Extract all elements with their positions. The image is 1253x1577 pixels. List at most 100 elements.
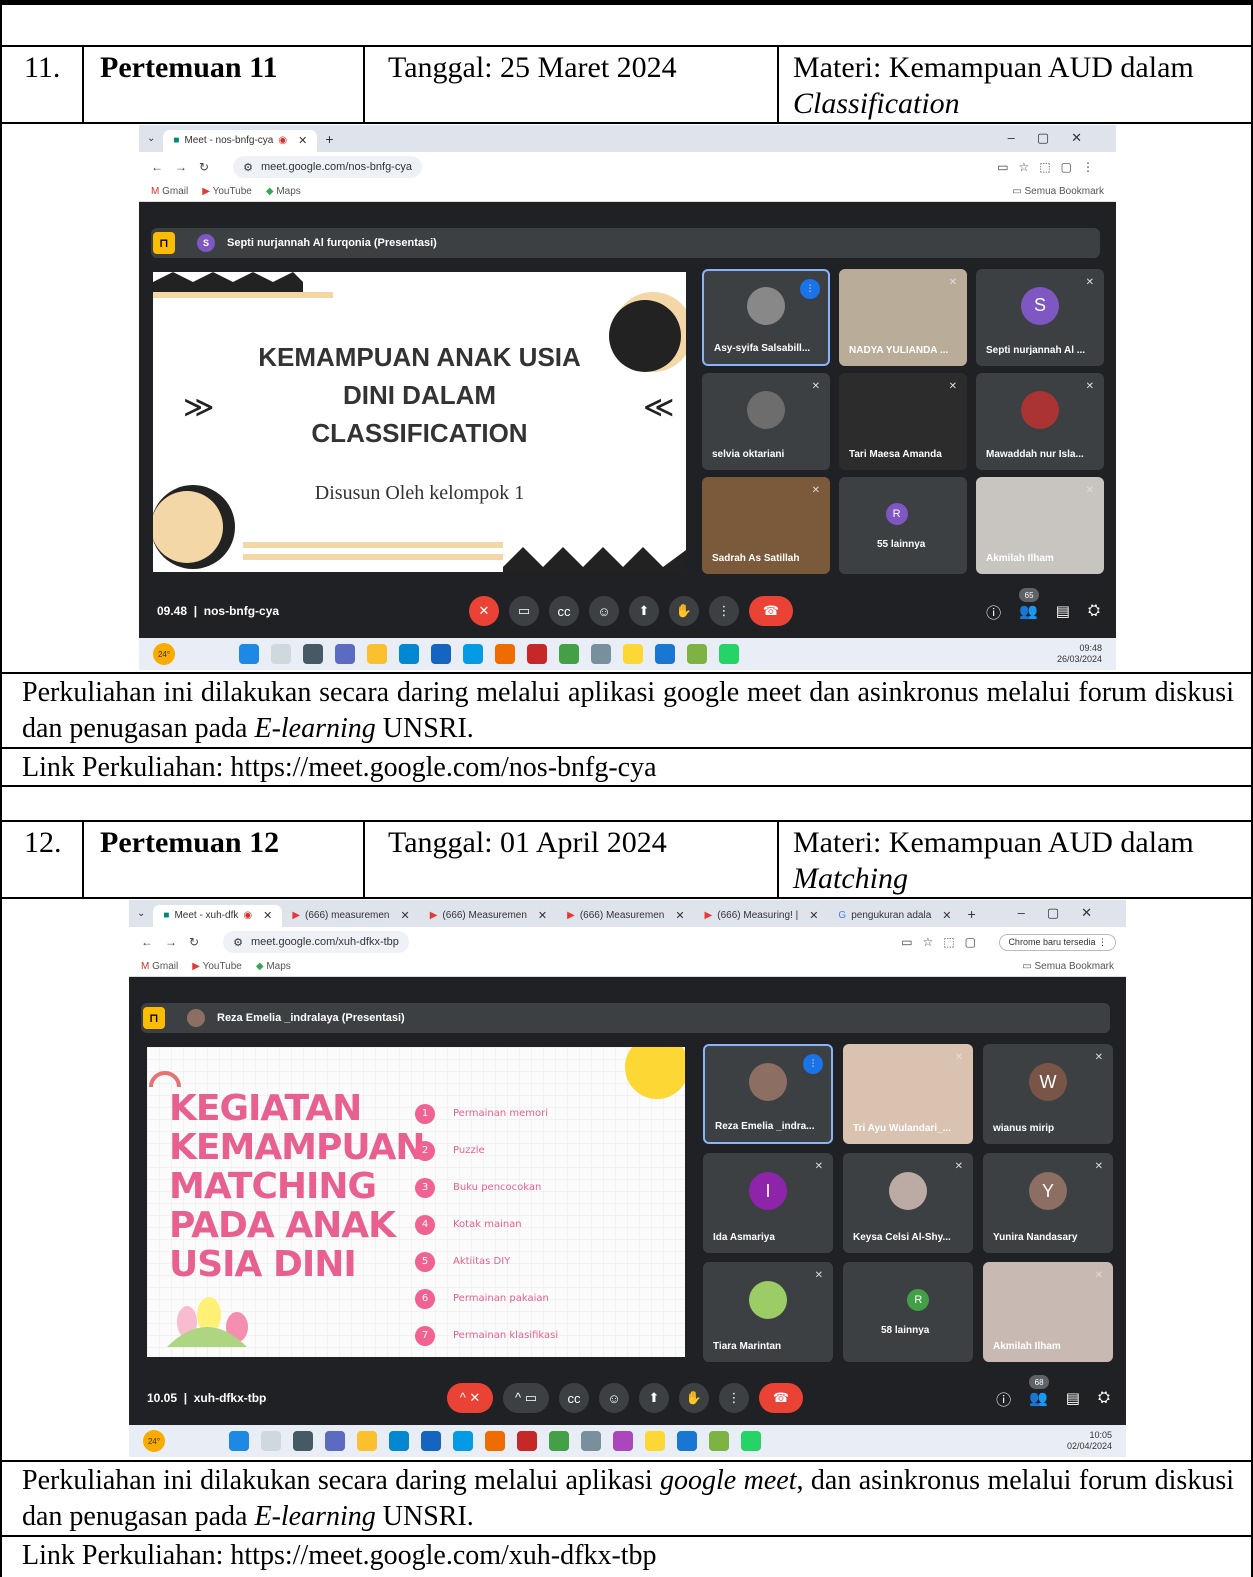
people-icon[interactable]: 👥 68	[1029, 1375, 1050, 1410]
participant-tile[interactable]: ✕ NADYA YULIANDA ...	[839, 269, 967, 366]
firefox-icon[interactable]	[485, 1431, 505, 1451]
bookmark-youtube[interactable]: ▶ YouTube	[192, 961, 242, 972]
mic-off-icon[interactable]: ^ ✕	[447, 1383, 493, 1413]
participant-tile[interactable]: ✕ Y Yunira Nandasary	[983, 1153, 1113, 1253]
camera-app-icon[interactable]	[581, 1431, 601, 1451]
nav-icons[interactable]: ←→↻	[129, 935, 211, 949]
word-icon[interactable]	[655, 644, 675, 664]
window-controls[interactable]: –▢✕	[1018, 905, 1114, 921]
firefox-icon[interactable]	[495, 644, 515, 664]
app-icon[interactable]	[527, 644, 547, 664]
chrome-icon[interactable]	[623, 644, 643, 664]
store-icon[interactable]	[421, 1431, 441, 1451]
site-settings-icon[interactable]: ⚙	[243, 161, 253, 174]
browser-tab[interactable]: ■ Meet - nos-bnfg-cya ◉ ✕	[163, 129, 318, 152]
participant-tile[interactable]: ✕ selvia oktariani	[702, 373, 830, 470]
toolbar-icons[interactable]: ▭☆⬚▢	[901, 935, 986, 949]
activities-icon[interactable]: ⛭	[1098, 1389, 1110, 1410]
bookmark-gmail[interactable]: M Gmail	[151, 186, 188, 197]
url-field[interactable]: ⚙ meet.google.com/nos-bnfg-cya	[233, 156, 422, 178]
mic-off-icon[interactable]: ✕	[469, 596, 499, 626]
presentation-icon[interactable]: ⊓	[153, 232, 175, 254]
more-icon[interactable]: ⋮	[719, 1383, 749, 1413]
more-icon[interactable]: ⋮	[709, 596, 739, 626]
browser-tab[interactable]: ▶ (666) measuremen ✕	[282, 905, 419, 927]
explorer-icon[interactable]	[357, 1431, 377, 1451]
app-icon[interactable]	[453, 1431, 473, 1451]
end-call-button[interactable]: ☎	[749, 596, 793, 626]
whatsapp-icon[interactable]	[741, 1431, 761, 1451]
bookmark-maps[interactable]: ◆ Maps	[256, 961, 291, 972]
notepad-icon[interactable]	[687, 644, 707, 664]
participant-tile[interactable]: ✕ Sadrah As Satillah	[702, 477, 830, 574]
participant-tile[interactable]: ✕ Keysa Celsi Al-Shy...	[843, 1153, 973, 1253]
word-icon[interactable]	[677, 1431, 697, 1451]
participant-tile[interactable]: ⫶ Reza Emelia _indra...	[703, 1044, 833, 1144]
chevron-down-icon[interactable]: ⌄	[139, 133, 163, 144]
present-icon[interactable]: ⬆	[629, 596, 659, 626]
store-icon[interactable]	[431, 644, 451, 664]
bookmark-gmail[interactable]: M Gmail	[141, 961, 178, 972]
window-controls[interactable]: –▢✕	[1008, 130, 1104, 146]
search-icon[interactable]	[261, 1431, 281, 1451]
app-icon[interactable]	[517, 1431, 537, 1451]
chrome-icon[interactable]	[645, 1431, 665, 1451]
participant-tile[interactable]: ✕ Mawaddah nur Isla...	[976, 373, 1104, 470]
captions-icon[interactable]: cc	[549, 596, 579, 626]
participant-tile[interactable]: ✕ Tri Ayu Wulandari_...	[843, 1044, 973, 1144]
camera-icon[interactable]: ▭	[509, 596, 539, 626]
session-link[interactable]: Link Perkuliahan: https://meet.google.co…	[22, 1538, 1234, 1574]
participant-tile[interactable]: R 55 lainnya	[839, 477, 967, 574]
bookmark-youtube[interactable]: ▶ YouTube	[202, 186, 252, 197]
bookmark-maps[interactable]: ◆ Maps	[266, 186, 301, 197]
activities-icon[interactable]: ⛭	[1088, 602, 1100, 623]
app-icon[interactable]	[549, 1431, 569, 1451]
chat-icon[interactable]: ▤	[1066, 1389, 1080, 1410]
app-icon[interactable]	[559, 644, 579, 664]
info-icon[interactable]: ⓘ	[986, 602, 1001, 623]
edge-icon[interactable]	[389, 1431, 409, 1451]
raise-hand-icon[interactable]: ✋	[669, 596, 699, 626]
notepad-icon[interactable]	[709, 1431, 729, 1451]
taskview-icon[interactable]	[293, 1431, 313, 1451]
participant-tile[interactable]: ✕ Tari Maesa Amanda	[839, 373, 967, 470]
participant-tile[interactable]: ⫶ Asy-syifa Salsabill...	[702, 269, 830, 366]
browser-tab[interactable]: ▶ (666) Measuremen ✕	[420, 905, 557, 927]
participant-tile[interactable]: ✕ I Ida Asmariya	[703, 1153, 833, 1253]
presentation-icon[interactable]: ⊓	[143, 1007, 165, 1029]
participant-tile[interactable]: ✕ Tiara Marintan	[703, 1262, 833, 1362]
whatsapp-icon[interactable]	[719, 644, 739, 664]
bookmark-folder[interactable]: ▭ Semua Bookmark	[1022, 961, 1114, 972]
chat-app-icon[interactable]	[335, 644, 355, 664]
people-icon[interactable]: 👥 65	[1019, 588, 1040, 623]
edge-icon[interactable]	[399, 644, 419, 664]
browser-tab[interactable]: ■ Meet - xuh-dfk ◉ ✕	[153, 904, 283, 927]
participant-tile[interactable]: ✕ S Septi nurjannah Al ...	[976, 269, 1104, 366]
end-call-button[interactable]: ☎	[759, 1383, 803, 1413]
weather-icon[interactable]: 24°	[153, 643, 175, 665]
captions-icon[interactable]: cc	[559, 1383, 589, 1413]
weather-icon[interactable]: 24°	[143, 1430, 165, 1452]
present-icon[interactable]: ⬆	[639, 1383, 669, 1413]
start-icon[interactable]	[229, 1431, 249, 1451]
participant-tile[interactable]: ✕ W wianus mirip	[983, 1044, 1113, 1144]
session-link[interactable]: Link Perkuliahan: https://meet.google.co…	[22, 750, 1234, 786]
new-tab-icon[interactable]: +	[317, 131, 341, 147]
participant-tile[interactable]: ✕ Akmilah Ilham	[976, 477, 1104, 574]
chrome-update-button[interactable]: Chrome baru tersedia ⋮	[999, 933, 1116, 951]
system-clock[interactable]: 10:05 02/04/2024	[1067, 1430, 1112, 1452]
toolbar-icons[interactable]: ▭☆⬚▢⋮	[997, 160, 1104, 174]
browser-tab[interactable]: ▶ (666) Measuremen ✕	[557, 905, 694, 927]
browser-tab[interactable]: Gpengukuran adala ✕	[828, 905, 961, 927]
system-clock[interactable]: 09:48 26/03/2024	[1057, 643, 1102, 665]
participant-tile[interactable]: R 58 lainnya	[843, 1262, 973, 1362]
chat-icon[interactable]: ▤	[1056, 602, 1070, 623]
app-icon[interactable]	[463, 644, 483, 664]
url-field[interactable]: ⚙ meet.google.com/xuh-dfkx-tbp	[223, 931, 409, 953]
search-icon[interactable]	[271, 644, 291, 664]
nav-icons[interactable]: ←→↻	[139, 160, 221, 174]
site-settings-icon[interactable]: ⚙	[233, 936, 243, 949]
app-icon[interactable]	[613, 1431, 633, 1451]
chat-app-icon[interactable]	[325, 1431, 345, 1451]
explorer-icon[interactable]	[367, 644, 387, 664]
